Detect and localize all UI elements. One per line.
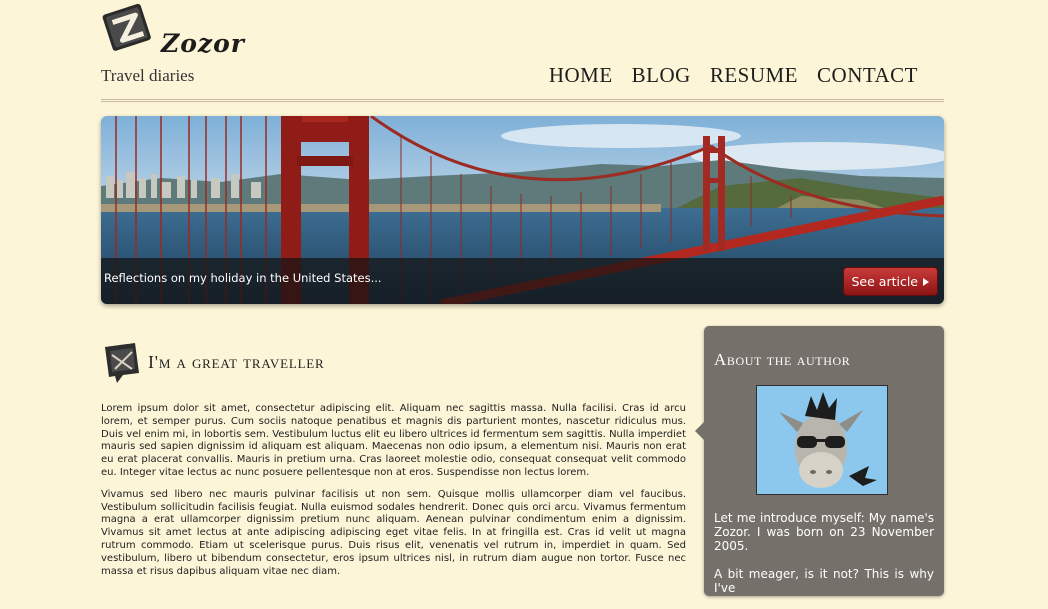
nav-resume[interactable]: RESUME <box>710 63 798 88</box>
nav-blog[interactable]: BLOG <box>632 63 691 88</box>
article-paragraph: Vivamus sed libero nec mauris pulvinar f… <box>101 488 686 577</box>
site-tagline: Travel diaries <box>101 66 195 85</box>
banner-caption-bar: Reflections on my holiday in the United … <box>101 258 944 304</box>
logo-icon <box>102 3 151 51</box>
sidebar-title: About the author <box>714 350 851 369</box>
main-nav: HOME BLOG RESUME CONTACT <box>549 63 918 88</box>
banner-caption: Reflections on my holiday in the United … <box>104 271 382 285</box>
about-author-panel: About the author Let me introduce myself… <box>695 326 944 596</box>
sidebar-paragraph: A bit meager, is it not? This is why I'v… <box>714 567 934 595</box>
see-article-button[interactable]: See article <box>842 267 938 296</box>
sidebar-text: Let me introduce myself: My name's Zozor… <box>714 511 934 609</box>
nav-home[interactable]: HOME <box>549 63 613 88</box>
see-article-label: See article <box>851 274 919 289</box>
hero-banner: Reflections on my holiday in the United … <box>101 116 944 304</box>
site-logo[interactable]: Zozor <box>101 0 245 58</box>
donkey-mascot-icon <box>757 386 887 494</box>
article-paragraph: Lorem ipsum dolor sit amet, consectetur … <box>101 403 686 478</box>
article-title: I'm a great traveller <box>148 352 325 372</box>
triangle-right-icon <box>923 277 929 286</box>
nav-contact[interactable]: CONTACT <box>817 63 918 88</box>
header-divider <box>101 99 944 102</box>
sidebar-pointer <box>695 422 704 440</box>
author-avatar <box>756 385 888 495</box>
article-body: Lorem ipsum dolor sit amet, consectetur … <box>101 403 686 587</box>
logo-text: Zozor <box>161 29 245 58</box>
sidebar-paragraph: Let me introduce myself: My name's Zozor… <box>714 511 934 553</box>
envelope-icon <box>105 343 139 383</box>
